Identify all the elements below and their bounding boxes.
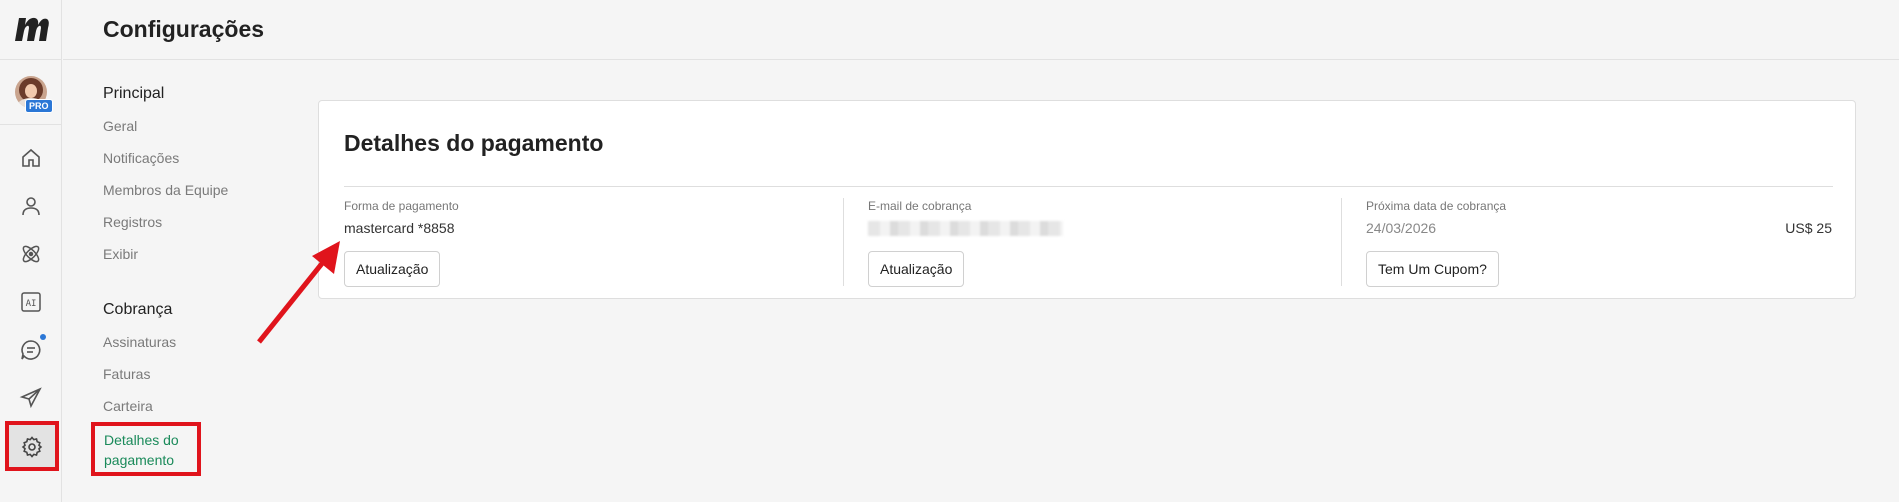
next-billing-amount: US$ 25 xyxy=(1785,220,1832,236)
nav-item-carteira[interactable]: Carteira xyxy=(103,398,153,414)
gear-icon xyxy=(21,436,43,458)
nav-active-line1: Detalhes do xyxy=(104,432,179,448)
coupon-button[interactable]: Tem Um Cupom? xyxy=(1366,251,1499,287)
update-billing-email-button[interactable]: Atualização xyxy=(868,251,965,287)
nav-heading-principal: Principal xyxy=(103,85,165,102)
next-billing-date: 24/03/2026 xyxy=(1366,220,1437,236)
billing-email-label: E-mail de cobrança xyxy=(868,199,972,213)
nav-item-faturas[interactable]: Faturas xyxy=(103,366,150,382)
nav-item-detalhes-pagamento[interactable]: Detalhes do pagamento xyxy=(91,422,201,476)
nav-item-membros[interactable]: Membros da Equipe xyxy=(103,182,228,198)
left-rail: PRO AI xyxy=(0,0,62,502)
billing-email-redacted xyxy=(868,221,1063,236)
rail-divider xyxy=(0,59,62,60)
notification-dot xyxy=(40,334,46,340)
column-divider xyxy=(843,198,844,286)
page-title: Configurações xyxy=(103,16,265,42)
nav-heading-cobranca: Cobrança xyxy=(103,301,173,318)
nav-item-registros[interactable]: Registros xyxy=(103,214,162,230)
home-icon[interactable] xyxy=(19,146,43,170)
atom-icon[interactable] xyxy=(19,242,43,266)
nav-active-line2: pagamento xyxy=(104,452,175,468)
card-divider xyxy=(344,186,1833,187)
next-billing-label: Próxima data de cobrança xyxy=(1366,199,1507,213)
payment-details-card: Detalhes do pagamento Forma de pagamento… xyxy=(318,100,1856,299)
nav-item-notificacoes[interactable]: Notificações xyxy=(103,150,179,166)
nav-item-exibir[interactable]: Exibir xyxy=(103,246,138,262)
settings-nav-button[interactable] xyxy=(5,421,59,471)
chat-icon[interactable] xyxy=(19,338,43,362)
payment-method-label: Forma de pagamento xyxy=(344,199,459,213)
send-icon[interactable] xyxy=(19,386,43,410)
app-logo[interactable] xyxy=(13,14,49,44)
payment-method-value: mastercard *8858 xyxy=(344,220,455,236)
annotation-arrow xyxy=(257,241,340,344)
column-divider-2 xyxy=(1341,198,1342,286)
svg-text:AI: AI xyxy=(26,299,37,309)
rail-divider-2 xyxy=(0,124,62,125)
page-header: Configurações xyxy=(63,0,1899,60)
pro-badge: PRO xyxy=(25,99,53,113)
user-icon[interactable] xyxy=(19,194,43,218)
ai-icon[interactable]: AI xyxy=(19,290,43,314)
nav-item-geral[interactable]: Geral xyxy=(103,118,137,134)
update-payment-method-button[interactable]: Atualização xyxy=(344,251,441,287)
nav-item-assinaturas[interactable]: Assinaturas xyxy=(103,334,176,350)
card-title: Detalhes do pagamento xyxy=(344,130,604,156)
